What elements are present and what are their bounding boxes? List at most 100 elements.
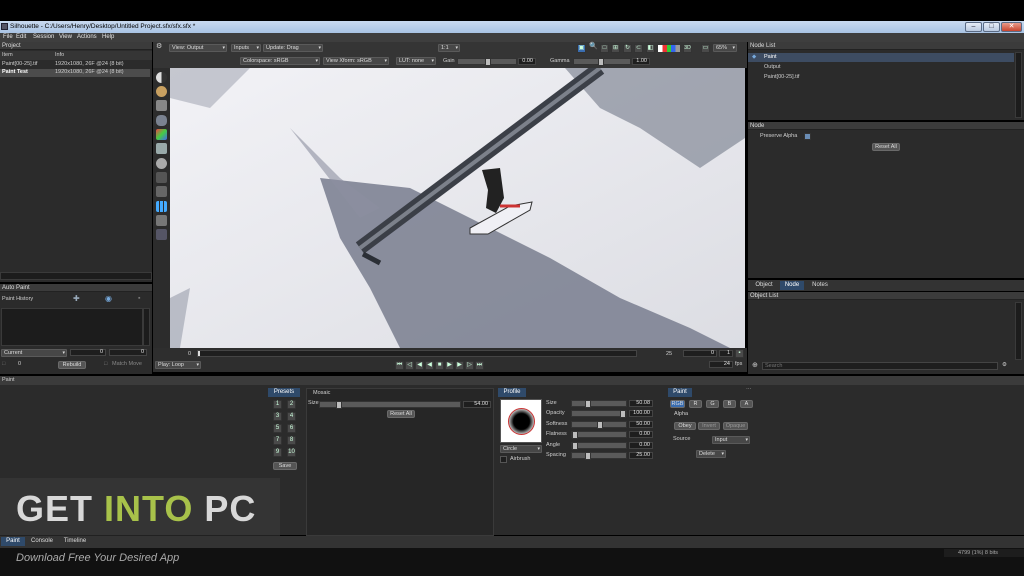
mosaic-size-slider[interactable] <box>319 401 461 409</box>
profile-title[interactable]: Profile <box>498 388 526 397</box>
gain-slider[interactable] <box>457 58 517 66</box>
loop-icon[interactable]: ▪ <box>735 349 744 358</box>
rectangle-icon[interactable] <box>156 100 167 111</box>
search-options-icon[interactable]: ⚙ <box>1002 362 1007 369</box>
menu-actions[interactable]: Actions <box>77 33 97 42</box>
transform-icon[interactable] <box>156 143 167 154</box>
airbrush-checkbox[interactable] <box>500 456 507 463</box>
update-select[interactable]: Update: Drag <box>263 44 323 52</box>
node-list-item[interactable]: ◆ Paint <box>748 53 1014 62</box>
channel-g-button[interactable]: G <box>706 400 719 408</box>
playhead[interactable] <box>198 351 200 356</box>
presets-save-button[interactable]: Save <box>273 462 297 470</box>
roi-icon[interactable]: □ <box>600 44 609 53</box>
source-select[interactable]: Input <box>712 436 750 444</box>
contrast-icon[interactable] <box>156 72 167 83</box>
tab-console[interactable]: Console <box>28 537 56 546</box>
wrench-icon[interactable] <box>156 215 167 226</box>
play-mode-select[interactable]: Play: Loop <box>155 361 201 369</box>
node-reset-all-button[interactable]: Reset All <box>872 143 900 151</box>
view-xform-select[interactable]: View Xform: sRGB <box>323 57 389 65</box>
step-forward-icon[interactable]: ▶ <box>455 361 464 370</box>
mono-toggle[interactable]: 3D <box>683 44 692 53</box>
param-slider-opacity[interactable] <box>571 410 627 418</box>
minimize-button[interactable]: – <box>965 22 982 32</box>
close-button[interactable]: ✕ <box>1001 22 1022 32</box>
timeline-scrubber[interactable] <box>197 350 637 357</box>
ratio-select[interactable]: 1:1 <box>438 44 460 52</box>
param-slider-flatness[interactable] <box>571 431 627 439</box>
param-value-spacing[interactable]: 25.00 <box>629 452 653 459</box>
object-list-vscroll[interactable] <box>1015 302 1022 360</box>
add-object-icon[interactable]: ⊕ <box>752 362 758 369</box>
step-back-icon[interactable]: ◀ <box>415 361 424 370</box>
paint-options-title[interactable]: Paint <box>668 388 692 397</box>
preset-button-10[interactable]: 10 <box>287 448 296 457</box>
frame-checkbox-icon[interactable]: □ <box>2 361 5 368</box>
param-value-softness[interactable]: 50.00 <box>629 421 653 428</box>
fit-icon[interactable]: ▣ <box>577 44 586 53</box>
preset-button-3[interactable]: 3 <box>273 412 282 421</box>
zoom-select[interactable]: 65% <box>713 44 737 52</box>
compare-icon[interactable]: ◧ <box>646 44 655 53</box>
maximize-button[interactable]: □ <box>983 22 1000 32</box>
rebuild-button[interactable]: Rebuild <box>58 361 86 369</box>
node-list-item[interactable]: Paint[00-25].tif <box>748 73 1014 82</box>
play-icon[interactable]: ▶ <box>445 361 454 370</box>
profile-shape-select[interactable]: Circle <box>500 445 542 453</box>
delete-select[interactable]: Delete <box>696 450 726 458</box>
project-row[interactable]: Paint[00-25].tif 1920x1080, 26F @24 (8 b… <box>0 61 150 69</box>
paint-options-menu-icon[interactable]: ⋯ <box>746 387 752 394</box>
current-frame-field[interactable]: 0 <box>683 350 717 357</box>
match-move-checkbox[interactable]: □ <box>104 361 107 368</box>
presets-title[interactable]: Presets <box>268 388 300 397</box>
tab-timeline[interactable]: Timeline <box>60 537 90 546</box>
alpha-opaque-button[interactable]: Opaque <box>723 422 748 430</box>
channel-rgb-button[interactable]: RGB <box>670 400 685 408</box>
inputs-select[interactable]: Inputs <box>231 44 261 52</box>
object-search-input[interactable] <box>762 362 998 370</box>
alpha-obey-button[interactable]: Obey <box>674 422 696 430</box>
fps-field[interactable]: 24 <box>709 361 733 368</box>
param-value-angle[interactable]: 0.00 <box>629 442 653 449</box>
param-slider-angle[interactable] <box>571 442 627 450</box>
ruler-icon[interactable] <box>156 229 167 240</box>
project-row[interactable]: Paint Test 1920x1080, 26F @24 (8 bit) <box>0 69 150 77</box>
zoom-icon[interactable]: 🔍 <box>589 43 598 50</box>
channel-a-button[interactable]: A <box>740 400 753 408</box>
grid-tool-icon[interactable] <box>156 201 167 212</box>
mosaic-size-value[interactable]: 54.00 <box>463 401 491 408</box>
preset-button-2[interactable]: 2 <box>287 400 296 409</box>
node-list-item[interactable]: Output <box>748 63 1014 72</box>
preset-button-7[interactable]: 7 <box>273 436 282 445</box>
eye-icon[interactable]: ◉ <box>105 295 112 303</box>
viewer-menu-icon[interactable]: ⚙ <box>156 43 162 50</box>
display-icon[interactable]: ▭ <box>701 44 710 53</box>
project-hscroll[interactable] <box>0 272 152 280</box>
play-back-icon[interactable]: ◀ <box>425 361 434 370</box>
stamp-icon[interactable] <box>156 158 167 169</box>
link-icon[interactable]: ⊂ <box>634 44 643 53</box>
stop-icon[interactable]: ■ <box>435 361 444 370</box>
paint-history-list[interactable] <box>1 308 143 346</box>
tab-node[interactable]: Node <box>780 281 804 290</box>
preset-button-8[interactable]: 8 <box>287 436 296 445</box>
autopaint-value-b[interactable]: 0 <box>109 349 147 356</box>
add-icon[interactable]: ✚ <box>73 295 80 303</box>
menu-view[interactable]: View <box>59 33 72 42</box>
gain-value[interactable]: 0.00 <box>518 58 536 65</box>
trash-icon[interactable]: ▪ <box>138 295 140 302</box>
color-icon[interactable] <box>156 86 167 97</box>
next-key-icon[interactable]: ▷ <box>465 361 474 370</box>
preset-button-6[interactable]: 6 <box>287 424 296 433</box>
gamma-slider[interactable] <box>573 58 631 66</box>
menu-edit[interactable]: Edit <box>16 33 26 42</box>
refresh-icon[interactable]: ↻ <box>623 44 632 53</box>
menu-file[interactable]: File <box>3 33 13 42</box>
history-vscroll[interactable] <box>143 308 150 346</box>
clone-icon[interactable] <box>156 115 167 126</box>
alpha-invert-button[interactable]: Invert <box>698 422 720 430</box>
go-start-icon[interactable]: ⏮ <box>395 361 404 370</box>
colorspace-select[interactable]: Colorspace: sRGB <box>240 57 320 65</box>
tab-paint[interactable]: Paint <box>1 537 25 546</box>
